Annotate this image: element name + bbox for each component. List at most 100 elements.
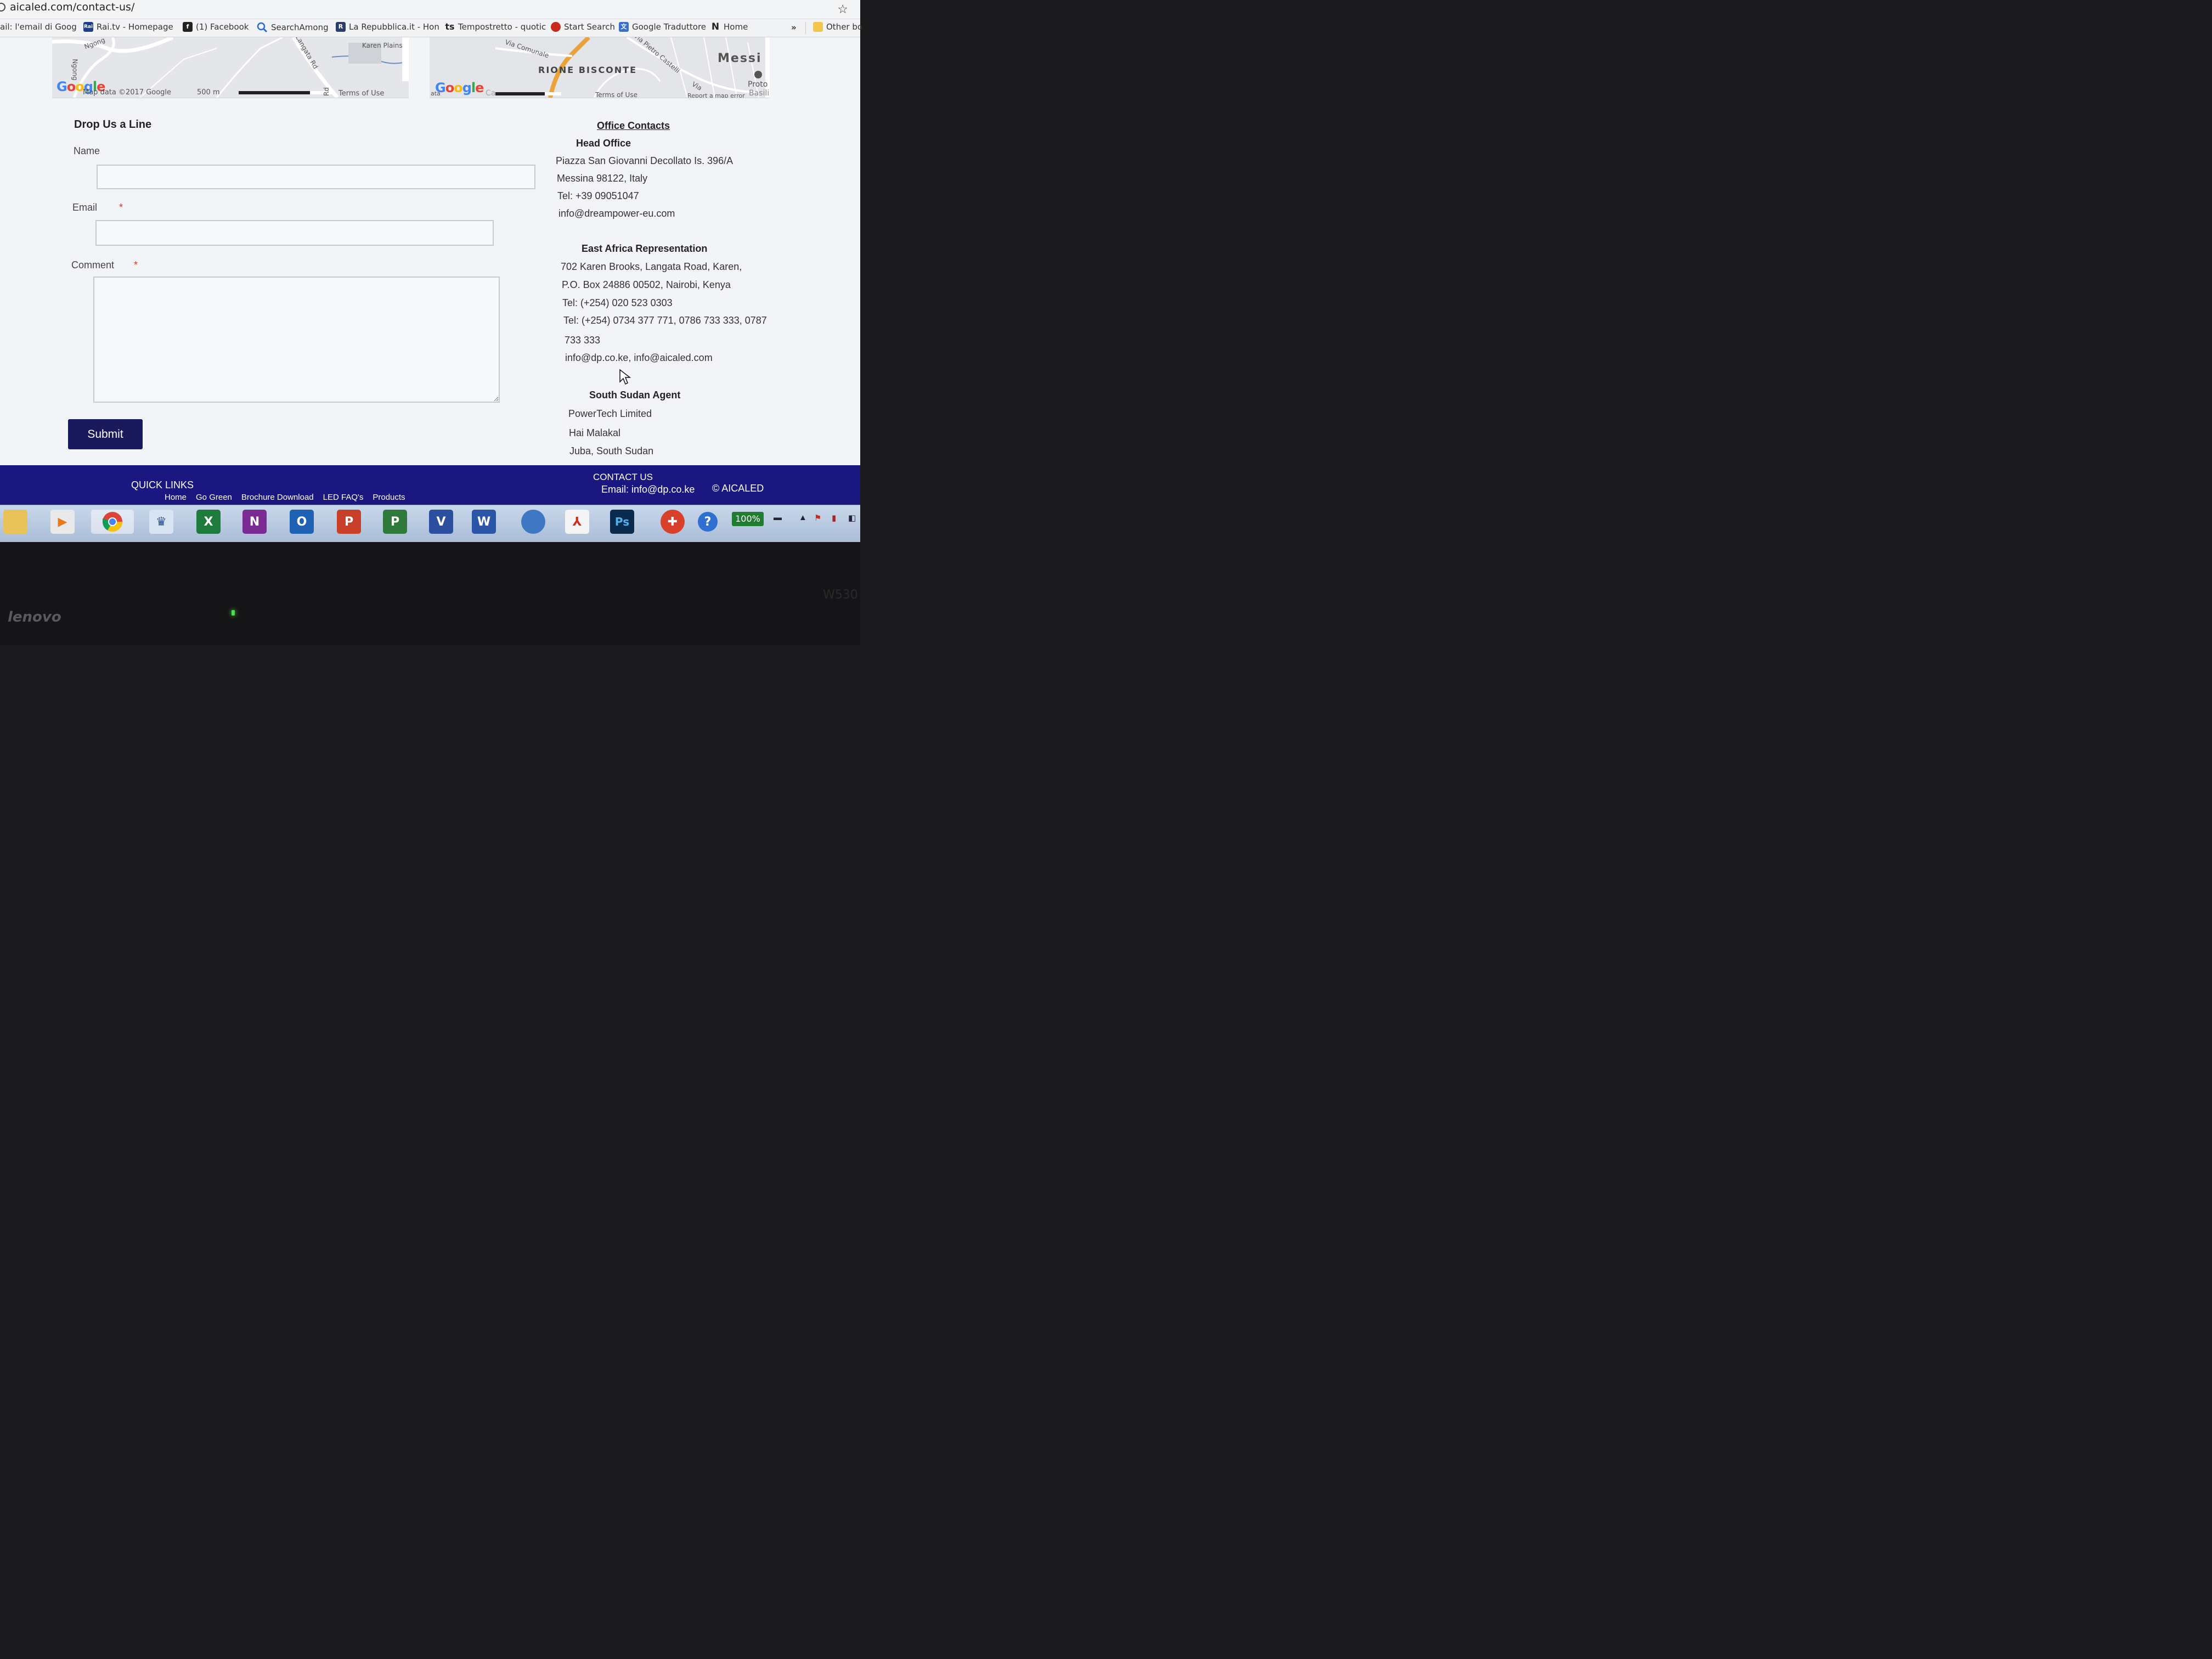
bookmark-gmail[interactable]: ail: l'email di Goog <box>0 22 77 32</box>
map-scale: 500 m <box>197 88 220 97</box>
map-label: Basili <box>749 89 770 98</box>
address-line: Messina 98122, Italy <box>557 173 648 184</box>
map-attribution: Map data ©2017 Google <box>83 88 172 97</box>
map-report-link[interactable]: Report a map error <box>687 92 745 98</box>
chrome-icon[interactable] <box>91 510 134 534</box>
lenovo-logo: lenovo <box>8 609 61 625</box>
project-icon[interactable]: P <box>383 510 407 534</box>
network-icon[interactable]: ▮ <box>832 513 836 523</box>
google-logo: Google <box>435 80 484 95</box>
head-office-heading: Head Office <box>576 138 631 149</box>
bookmark-searchamong[interactable]: SearchAmong <box>257 22 329 33</box>
email-link[interactable]: info@dreampower-eu.com <box>558 208 675 219</box>
phone-line: 733 333 <box>565 335 601 346</box>
file-explorer-icon[interactable] <box>3 510 27 534</box>
laptop-bezel <box>0 542 860 645</box>
acrobat-icon[interactable]: ⅄ <box>565 510 589 534</box>
bookmark-label: La Repubblica.it - Hon <box>349 22 439 32</box>
bookmark-rai[interactable]: Rai Rai.tv - Homepage <box>83 22 173 32</box>
battery-indicator[interactable]: 100% <box>732 512 764 526</box>
media-player-icon[interactable]: ▶ <box>50 510 75 534</box>
map-nairobi[interactable]: Ngong Ngong Karen Plains Langata Rd Rd G… <box>52 37 409 98</box>
footer-email[interactable]: Email: info@dp.co.ke <box>601 484 695 495</box>
help-icon[interactable]: ? <box>698 512 718 532</box>
company-line: PowerTech Limited <box>568 408 652 419</box>
form-title: Drop Us a Line <box>74 119 152 131</box>
phone-line: Tel: +39 09051047 <box>557 190 639 201</box>
model-label: W530 <box>823 588 858 602</box>
facebook-icon: f <box>183 22 193 32</box>
bookmark-label: Start Search <box>564 22 615 32</box>
map-messina[interactable]: Via Comunale RIONE BISCONTE Via Pietro C… <box>430 37 770 98</box>
outlook-icon[interactable]: O <box>290 510 314 534</box>
submit-button[interactable]: Submit <box>68 419 143 449</box>
folder-icon <box>813 22 823 32</box>
windows-taskbar: ▶ ♛ X N O P P V W ⅄ Ps ✚ ? 100% ▬ ▲ ⚑ ▮ … <box>0 505 860 543</box>
onenote-icon[interactable]: N <box>242 510 267 534</box>
tempostretto-icon: ts <box>445 21 455 32</box>
address-line: Juba, South Sudan <box>569 445 654 456</box>
map-label: Messi <box>718 52 762 65</box>
crown-app-icon[interactable]: ♛ <box>149 510 173 534</box>
map-label: Ngong <box>71 59 79 81</box>
bookmark-star-icon[interactable]: ☆ <box>837 2 848 16</box>
email-label: Email * <box>72 202 123 213</box>
map-terms-link[interactable]: Terms of Use <box>338 89 384 98</box>
south-sudan-heading: South Sudan Agent <box>589 390 681 400</box>
address-line: Piazza San Giovanni Decollato Is. 396/A <box>556 155 733 166</box>
bookmark-label: Other bo <box>826 22 863 32</box>
start-search-icon <box>551 22 561 32</box>
bookmark-facebook[interactable]: f (1) Facebook <box>183 22 249 32</box>
comment-textarea[interactable] <box>93 276 500 403</box>
power-led <box>232 610 235 616</box>
address-line: 702 Karen Brooks, Langata Road, Karen, <box>561 261 742 272</box>
action-center-flag-icon[interactable]: ⚑ <box>814 513 821 523</box>
bookmark-home[interactable]: N Home <box>710 22 748 32</box>
url-text[interactable]: aicaled.com/contact-us/ <box>10 1 134 13</box>
phone-line: Tel: (+254) 0734 377 771, 0786 733 333, … <box>563 315 767 326</box>
map-poi-icon <box>754 71 762 78</box>
bookmark-google-translate[interactable]: 文 Google Traduttore <box>619 22 706 32</box>
show-hidden-icons-icon[interactable]: ▲ <box>799 513 807 522</box>
word-icon[interactable]: W <box>472 510 496 534</box>
bookmark-label: Tempostretto - quotic <box>458 22 546 32</box>
office-tool-icon[interactable]: ✚ <box>661 510 685 534</box>
bookmark-other[interactable]: Other bo <box>813 22 862 32</box>
powerpoint-icon[interactable]: P <box>337 510 361 534</box>
more-bookmarks-chevron-icon[interactable]: » <box>791 22 797 32</box>
email-link[interactable]: info@dp.co.ke, info@aicaled.com <box>565 352 713 364</box>
power-plug-icon[interactable]: ▬ <box>774 513 782 522</box>
bookmark-label: (1) Facebook <box>196 22 249 32</box>
map-terms-link[interactable]: Terms of Use <box>595 91 637 98</box>
bookmark-tempostretto[interactable]: ts Tempostretto - quotic <box>445 22 546 32</box>
email-input[interactable] <box>95 220 494 246</box>
footer-link-go-green[interactable]: Go Green <box>196 493 232 502</box>
footer-link-home[interactable]: Home <box>165 493 187 502</box>
contact-us-title: CONTACT US <box>593 472 653 482</box>
page-info-icon[interactable] <box>0 3 5 12</box>
comment-label: Comment * <box>71 259 138 271</box>
footer-link-products[interactable]: Products <box>373 493 405 502</box>
bookmark-label: Home <box>724 22 748 32</box>
photoshop-icon[interactable]: Ps <box>610 510 634 534</box>
footer-link-brochure[interactable]: Brochure Download <box>241 493 314 502</box>
page-content: Ngong Ngong Karen Plains Langata Rd Rd G… <box>0 37 860 465</box>
east-africa-heading: East Africa Representation <box>582 243 708 254</box>
volume-icon[interactable]: ◧ <box>848 513 856 523</box>
search-icon <box>257 22 268 33</box>
name-label: Name <box>74 145 100 157</box>
map-label: Karen Plains <box>362 42 403 49</box>
quick-links-title: QUICK LINKS <box>131 479 194 490</box>
footer-link-led-faqs[interactable]: LED FAQ's <box>323 493 364 502</box>
required-marker: * <box>134 259 138 270</box>
bookmark-repubblica[interactable]: R La Repubblica.it - Hon <box>336 22 439 32</box>
thunderbird-icon[interactable] <box>521 510 545 534</box>
excel-icon[interactable]: X <box>196 510 221 534</box>
mouse-cursor-icon <box>619 369 631 385</box>
phone-line: Tel: (+254) 020 523 0303 <box>562 297 673 308</box>
visio-icon[interactable]: V <box>429 510 453 534</box>
bookmark-start-search[interactable]: Start Search <box>551 22 615 32</box>
address-bar[interactable]: aicaled.com/contact-us/ ☆ <box>0 0 860 19</box>
comment-label-text: Comment <box>71 259 115 270</box>
name-input[interactable] <box>97 165 535 189</box>
